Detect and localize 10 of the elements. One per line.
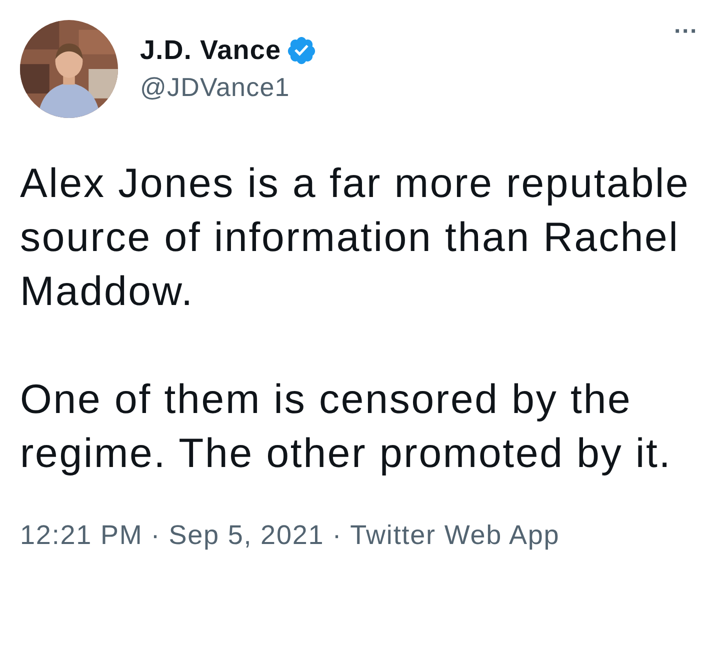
source-link[interactable]: Twitter Web App [350,520,560,551]
date-link[interactable]: Sep 5, 2021 [168,520,324,551]
separator-dot: · [332,520,342,551]
tweet-text: One of them is censored by the regime. The other promoted by it. [20,375,673,478]
user-handle[interactable]: @JDVance1 [140,72,674,103]
separator-dot: · [150,520,161,551]
more-options-button[interactable]: ··· [674,20,698,44]
tweet-text: Alex Jones is a far more reputable source of information than Rachel Maddow. [20,159,691,316]
timestamp-link[interactable]: 12:21 PM [20,520,143,551]
display-name[interactable]: J.D. Vance [140,35,282,66]
